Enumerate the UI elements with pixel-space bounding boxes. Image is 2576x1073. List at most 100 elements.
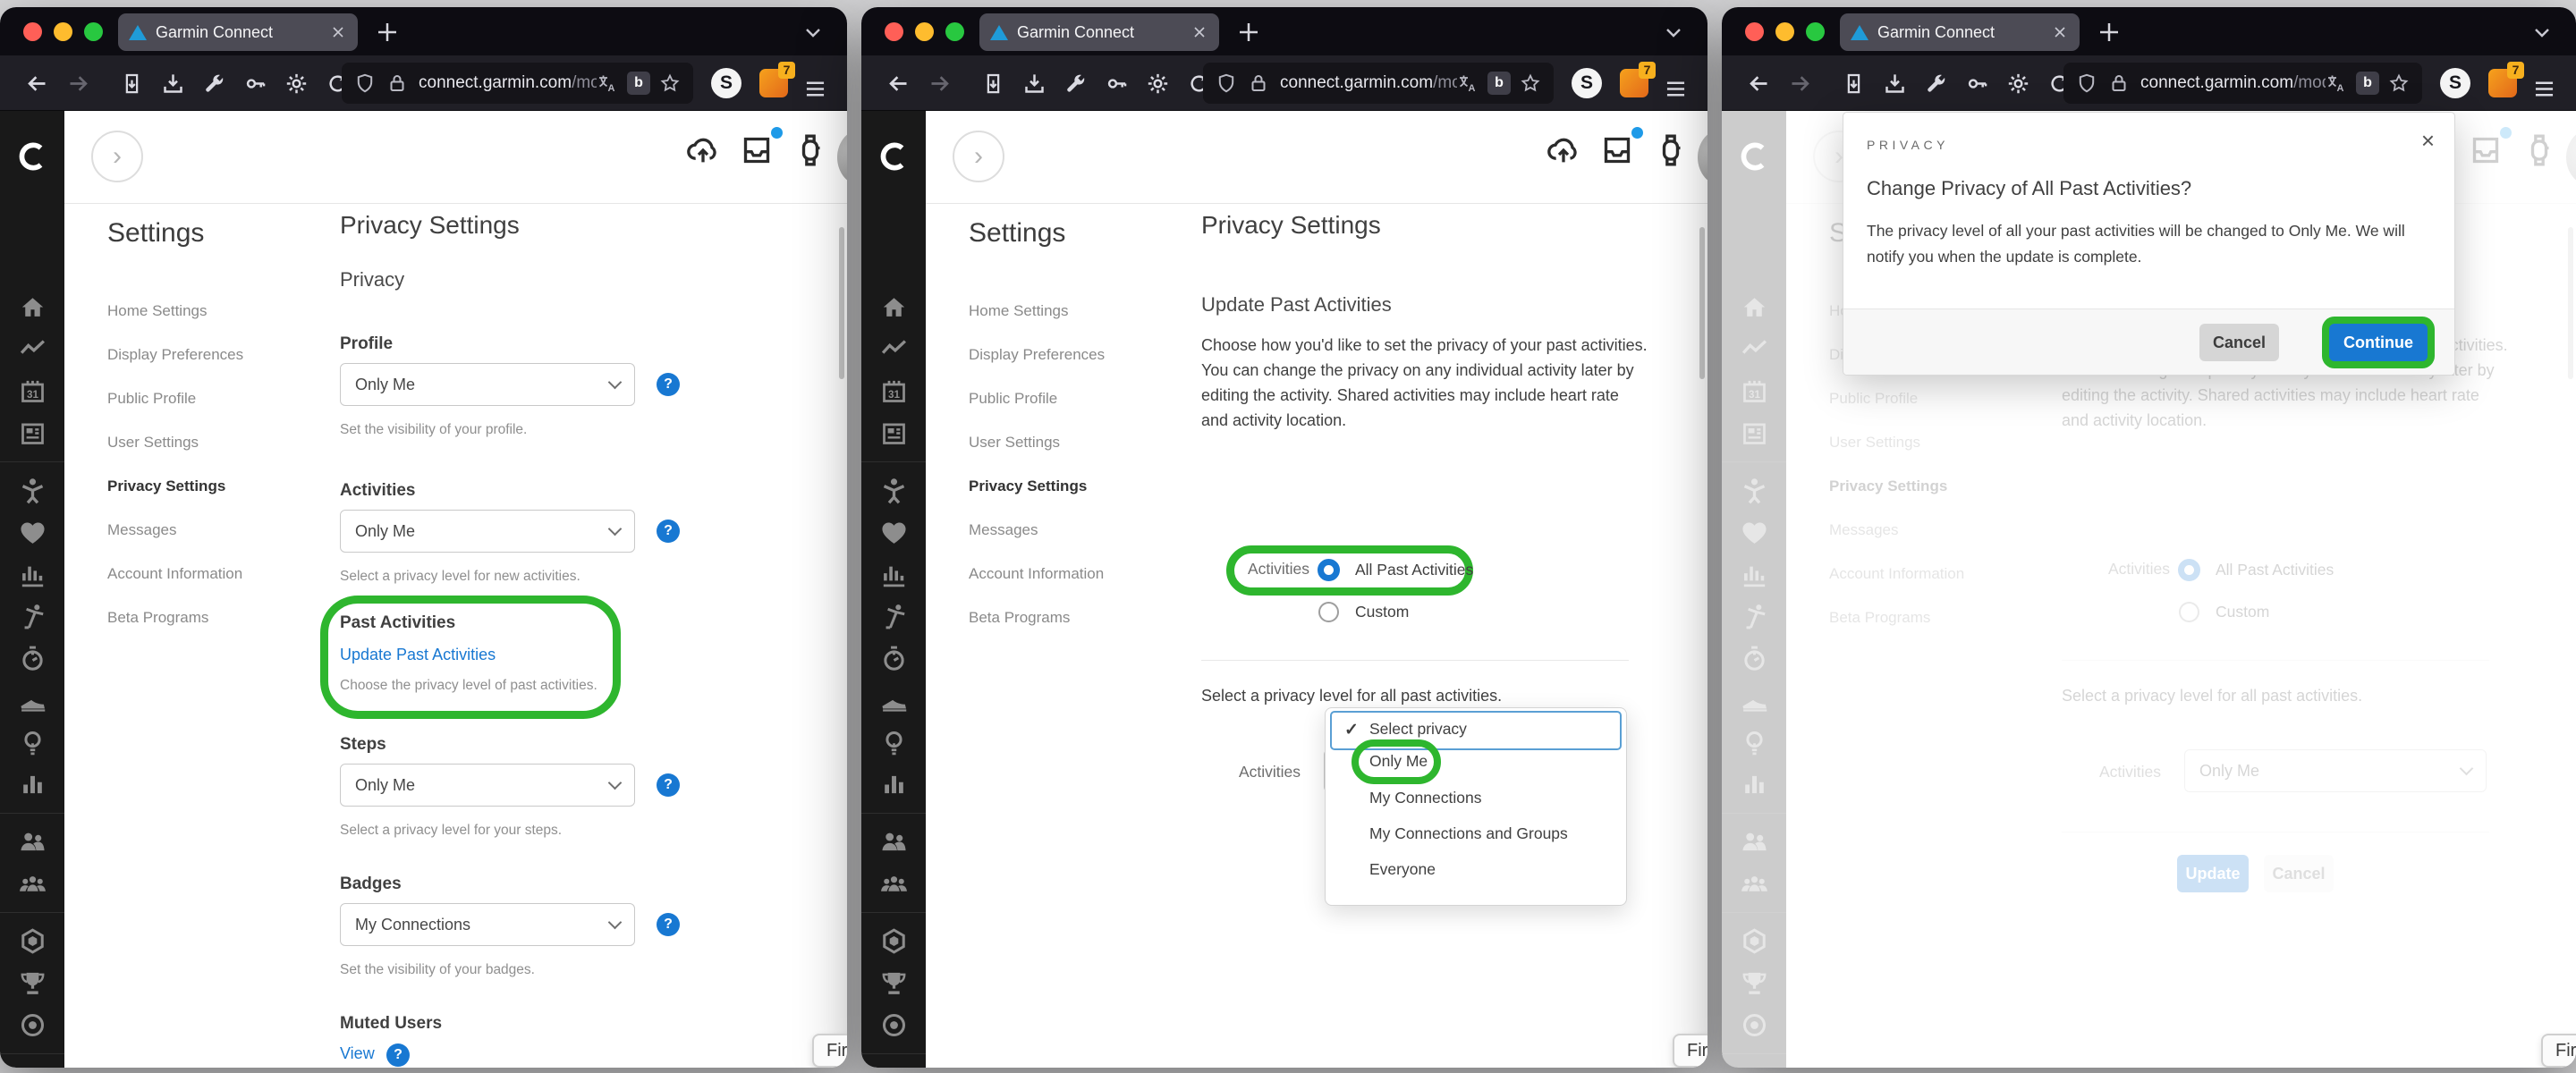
trophy-icon[interactable] bbox=[18, 968, 47, 998]
sidebar-item-messages[interactable]: Messages bbox=[107, 521, 331, 539]
new-tab-icon[interactable] bbox=[374, 19, 401, 46]
extension-b-icon[interactable]: b bbox=[627, 72, 650, 95]
sidebar-item-public-profile[interactable]: Public Profile bbox=[107, 390, 331, 408]
dropdown-option-my-connections-and-groups[interactable]: My Connections and Groups bbox=[1369, 824, 1568, 843]
avatar[interactable] bbox=[837, 129, 847, 186]
translate-icon[interactable] bbox=[2326, 72, 2347, 94]
extension-b-icon[interactable]: b bbox=[1487, 72, 1511, 95]
device-watch-icon[interactable] bbox=[1653, 132, 1689, 168]
menu-hamburger-icon[interactable] bbox=[2532, 77, 2556, 101]
expand-panel-button[interactable]: › bbox=[953, 131, 1004, 182]
calendar-icon[interactable] bbox=[879, 376, 909, 406]
challenges-chart-icon[interactable] bbox=[18, 770, 47, 799]
downloads-icon[interactable] bbox=[161, 72, 185, 96]
tab-garmin-connect[interactable]: Garmin Connect bbox=[118, 13, 358, 51]
sidebar-item-display-preferences[interactable]: Display Preferences bbox=[969, 346, 1192, 364]
key-icon[interactable] bbox=[1965, 72, 1989, 96]
muted-users-help-icon[interactable]: ? bbox=[386, 1043, 410, 1067]
dropdown-option-only-me[interactable]: Only Me bbox=[1369, 752, 1428, 771]
sidebar-item-account-information[interactable]: Account Information bbox=[107, 565, 331, 583]
sidebar-item-beta-programs[interactable]: Beta Programs bbox=[107, 609, 331, 627]
badges-icon[interactable] bbox=[18, 926, 47, 956]
gear-shoes-icon[interactable] bbox=[18, 686, 47, 715]
scrollbar[interactable] bbox=[1699, 227, 1705, 379]
groups-icon[interactable] bbox=[18, 869, 47, 899]
find-chip[interactable]: Fir bbox=[812, 1034, 847, 1068]
profile-privacy-select[interactable]: Only Me bbox=[340, 363, 635, 406]
key-icon[interactable] bbox=[243, 72, 267, 96]
avatar[interactable] bbox=[1698, 129, 1707, 186]
radio-all-past-activities-label[interactable]: All Past Activities bbox=[1355, 561, 1473, 579]
forward-icon[interactable] bbox=[928, 72, 952, 96]
news-feed-icon[interactable] bbox=[879, 418, 909, 448]
extension-fox-icon[interactable]: 7 bbox=[1620, 69, 1648, 97]
find-chip[interactable]: Fir bbox=[1673, 1034, 1707, 1068]
back-icon[interactable] bbox=[25, 72, 49, 96]
wrench-icon[interactable] bbox=[202, 72, 226, 96]
minimize-window-button[interactable] bbox=[54, 22, 72, 41]
bookmark-star-icon[interactable] bbox=[2388, 72, 2410, 94]
list-tabs-icon[interactable] bbox=[1663, 21, 1684, 43]
home-icon[interactable] bbox=[18, 292, 47, 322]
expand-panel-button[interactable]: › bbox=[91, 131, 143, 182]
sidebar-item-privacy-settings[interactable]: Privacy Settings bbox=[107, 477, 331, 495]
gear-shoes-icon[interactable] bbox=[879, 686, 909, 715]
gear-icon[interactable] bbox=[1146, 72, 1170, 96]
address-bar[interactable]: connect.garmin.com/modern b bbox=[342, 63, 693, 104]
notifications-inbox-icon[interactable] bbox=[739, 132, 775, 168]
bookmark-star-icon[interactable] bbox=[659, 72, 681, 94]
health-stats-icon[interactable] bbox=[18, 518, 47, 547]
training-timer-icon[interactable] bbox=[18, 644, 47, 673]
golf-icon[interactable] bbox=[18, 602, 47, 631]
lock-icon[interactable] bbox=[1248, 72, 1269, 94]
bookmark-star-icon[interactable] bbox=[1520, 72, 1541, 94]
dialog-close-icon[interactable]: × bbox=[2421, 129, 2435, 152]
gear-icon[interactable] bbox=[2006, 72, 2030, 96]
list-tabs-icon[interactable] bbox=[2531, 21, 2553, 43]
steps-help-icon[interactable]: ? bbox=[657, 773, 680, 797]
key-icon[interactable] bbox=[1105, 72, 1129, 96]
sidebar-item-user-settings[interactable]: User Settings bbox=[107, 434, 331, 452]
golf-icon[interactable] bbox=[879, 602, 909, 631]
tab-garmin-connect[interactable]: Garmin Connect bbox=[979, 13, 1219, 51]
reports-icon[interactable] bbox=[18, 560, 47, 589]
sidebar-item-public-profile[interactable]: Public Profile bbox=[969, 390, 1192, 408]
extension-fox-icon[interactable]: 7 bbox=[759, 69, 788, 97]
list-tabs-icon[interactable] bbox=[802, 21, 824, 43]
garmin-connect-logo[interactable] bbox=[15, 139, 49, 173]
dropdown-option-everyone[interactable]: Everyone bbox=[1369, 860, 1436, 879]
badges-icon[interactable] bbox=[879, 926, 909, 956]
shield-icon[interactable] bbox=[354, 72, 376, 94]
sidebar-item-user-settings[interactable]: User Settings bbox=[969, 434, 1192, 452]
wrench-icon[interactable] bbox=[1924, 72, 1948, 96]
activity-trend-icon[interactable] bbox=[879, 334, 909, 364]
home-icon[interactable] bbox=[879, 292, 909, 322]
menu-hamburger-icon[interactable] bbox=[803, 77, 827, 101]
new-tab-icon[interactable] bbox=[2096, 19, 2123, 46]
insights-bulb-icon[interactable] bbox=[879, 728, 909, 757]
zoom-window-button[interactable] bbox=[1806, 22, 1825, 41]
address-bar[interactable]: connect.garmin.com/modern b bbox=[2063, 63, 2422, 104]
minimize-window-button[interactable] bbox=[915, 22, 934, 41]
profile-help-icon[interactable]: ? bbox=[657, 373, 680, 396]
connections-icon[interactable] bbox=[18, 827, 47, 857]
wellness-icon[interactable] bbox=[879, 476, 909, 505]
challenges-chart-icon[interactable] bbox=[879, 770, 909, 799]
downloads-icon[interactable] bbox=[1022, 72, 1046, 96]
health-stats-icon[interactable] bbox=[879, 518, 909, 547]
close-window-button[interactable] bbox=[23, 22, 42, 41]
badges-privacy-select[interactable]: My Connections bbox=[340, 903, 635, 946]
garmin-connect-logo[interactable] bbox=[877, 139, 911, 173]
focus-icon[interactable] bbox=[18, 1010, 47, 1040]
forward-icon[interactable] bbox=[1788, 72, 1812, 96]
sidebar-item-account-information[interactable]: Account Information bbox=[969, 565, 1192, 583]
dialog-cancel-button[interactable]: Cancel bbox=[2199, 324, 2279, 361]
menu-hamburger-icon[interactable] bbox=[1664, 77, 1688, 101]
zoom-window-button[interactable] bbox=[945, 22, 964, 41]
radio-custom-label[interactable]: Custom bbox=[1355, 603, 1409, 621]
translate-icon[interactable] bbox=[1457, 72, 1479, 94]
notifications-inbox-icon[interactable] bbox=[1599, 132, 1635, 168]
sidebar-item-display-preferences[interactable]: Display Preferences bbox=[107, 346, 331, 364]
downloads-icon[interactable] bbox=[1883, 72, 1907, 96]
minimize-window-button[interactable] bbox=[1775, 22, 1794, 41]
